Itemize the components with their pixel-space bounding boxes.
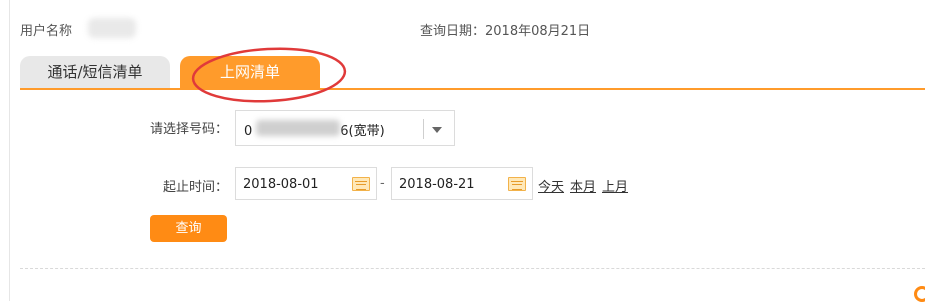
date-to-input[interactable]: 2018-08-21 bbox=[391, 167, 533, 200]
number-label: 请选择号码： bbox=[150, 122, 229, 137]
dashed-divider bbox=[20, 268, 925, 269]
number-select[interactable]: 0 6(宽带) bbox=[235, 110, 455, 146]
number-redacted bbox=[256, 120, 340, 136]
link-last-month[interactable]: 上月 bbox=[602, 176, 628, 195]
select-divider bbox=[423, 119, 424, 139]
page-left-border bbox=[9, 0, 10, 301]
calendar-icon[interactable] bbox=[352, 177, 370, 191]
user-name-redacted bbox=[88, 18, 136, 38]
time-range-label: 起止时间： bbox=[163, 180, 229, 195]
orange-corner-icon bbox=[914, 286, 925, 302]
link-today[interactable]: 今天 bbox=[538, 176, 564, 195]
link-this-month[interactable]: 本月 bbox=[570, 176, 596, 195]
tab-underline bbox=[20, 88, 925, 90]
date-to-value: 2018-08-21 bbox=[399, 177, 475, 192]
calendar-icon[interactable] bbox=[508, 177, 526, 191]
tab-calls-sms[interactable]: 通话/短信清单 bbox=[20, 56, 170, 89]
query-date: 查询日期：2018年08月21日 bbox=[420, 24, 591, 39]
query-button[interactable]: 查询 bbox=[150, 215, 227, 242]
date-from-input[interactable]: 2018-08-01 bbox=[235, 167, 377, 200]
chevron-down-icon[interactable] bbox=[429, 122, 445, 138]
date-from-value: 2018-08-01 bbox=[243, 177, 319, 192]
date-separator: - bbox=[380, 176, 385, 191]
user-name-label: 用户名称 bbox=[20, 24, 73, 39]
tab-internet-records[interactable]: 上网清单 bbox=[180, 56, 320, 89]
